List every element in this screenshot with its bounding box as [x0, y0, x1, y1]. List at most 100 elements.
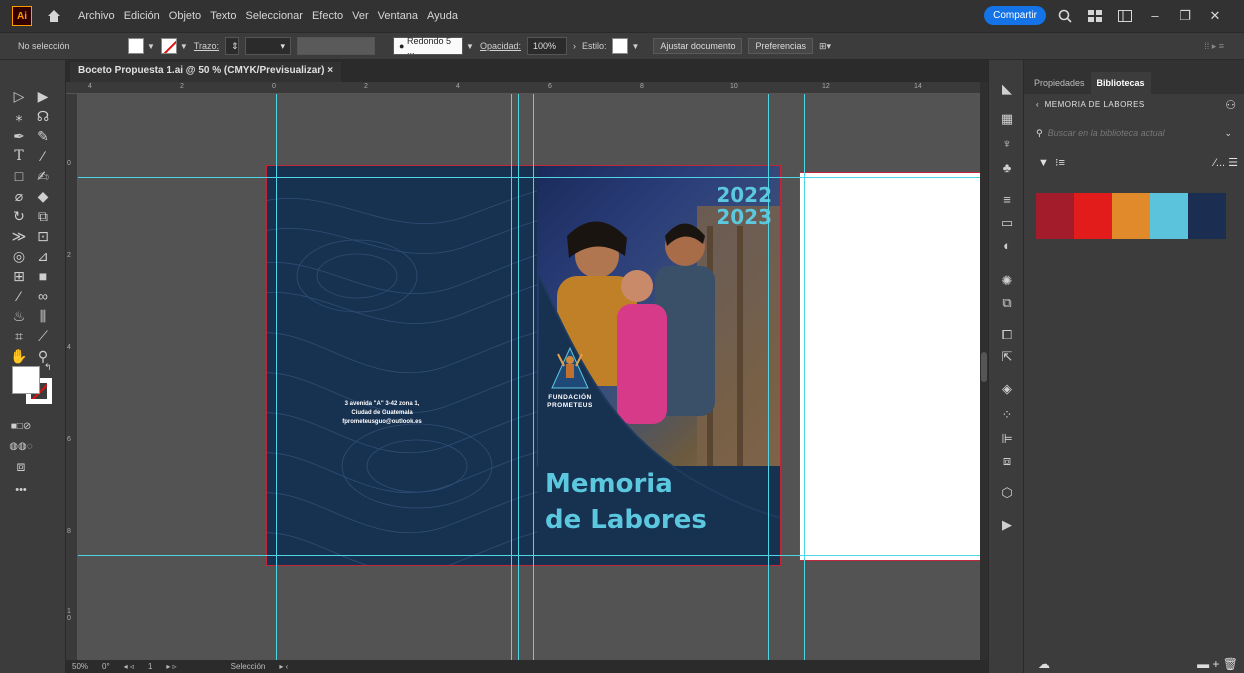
- library-search[interactable]: ⚲ Buscar en la biblioteca actual ⌄: [1036, 128, 1232, 139]
- appearance-icon[interactable]: ✺: [997, 272, 1017, 290]
- lasso-tool-icon[interactable]: ☊: [32, 106, 54, 126]
- chevron-down-icon[interactable]: ▼: [180, 42, 188, 51]
- artboard-cover[interactable]: 2022 2023 FUNDACIÓN PROMETEUS 3 avenida …: [266, 165, 781, 566]
- menu-objeto[interactable]: Objeto: [169, 10, 201, 22]
- transparency-icon[interactable]: ◐: [997, 236, 1017, 254]
- document-tab[interactable]: Boceto Propuesta 1.ai @ 50 % (CMYK/Previ…: [70, 62, 342, 82]
- zoom-level[interactable]: 50%: [72, 662, 88, 671]
- graph-tool-icon[interactable]: ⫼: [32, 306, 54, 326]
- stroke-panel-icon[interactable]: ≡: [997, 190, 1017, 208]
- artboard-number[interactable]: 1: [148, 662, 152, 671]
- align-icon[interactable]: ⊫: [997, 430, 1017, 448]
- shaper-tool-icon[interactable]: ⌀: [8, 186, 30, 206]
- sort-icon[interactable]: ⁝≡: [1055, 157, 1065, 169]
- scale-tool-icon[interactable]: ⧉: [32, 206, 54, 226]
- guide-vertical[interactable]: [768, 94, 769, 660]
- menu-efecto[interactable]: Efecto: [312, 10, 343, 22]
- fill-color-chip[interactable]: [128, 38, 144, 54]
- menu-edicion[interactable]: Edición: [124, 10, 160, 22]
- add-content-icon[interactable]: ▬ + 🗑: [1197, 657, 1238, 671]
- chevron-down-icon[interactable]: ▼: [631, 42, 639, 51]
- chevron-down-icon[interactable]: ⌄: [1224, 128, 1232, 139]
- status-menu-icon[interactable]: ▸ ‹: [279, 662, 288, 671]
- search-icon[interactable]: [1056, 7, 1074, 25]
- close-window-icon[interactable]: ✕: [1206, 7, 1224, 25]
- add-user-icon[interactable]: ⚇: [1225, 98, 1236, 112]
- guide-vertical[interactable]: [511, 94, 512, 660]
- paintbrush-tool-icon[interactable]: ✍: [32, 166, 54, 186]
- mesh-tool-icon[interactable]: ⊞: [8, 266, 30, 286]
- variable-width-field[interactable]: [297, 37, 376, 55]
- foundation-logo[interactable]: FUNDACIÓN PROMETEUS: [535, 344, 605, 410]
- artboard-tool-icon[interactable]: ⌗: [8, 326, 30, 346]
- swap-fill-stroke-icon[interactable]: ↰: [44, 362, 52, 373]
- chevron-down-icon[interactable]: ▼: [147, 42, 155, 51]
- guide-vertical[interactable]: [804, 94, 805, 660]
- layers-icon[interactable]: ⧠: [997, 326, 1017, 344]
- color-swatch[interactable]: [1036, 193, 1074, 239]
- view-toggle-icon[interactable]: ⁄... ☰: [1214, 156, 1238, 169]
- play-actions-icon[interactable]: ▶: [997, 516, 1017, 534]
- stroke-label[interactable]: Trazo:: [194, 41, 219, 51]
- year-text[interactable]: 2022 2023: [716, 184, 772, 228]
- layer-stack-icon[interactable]: ◈: [997, 380, 1017, 398]
- workspace-grid-icon[interactable]: [1086, 7, 1104, 25]
- slice-tool-icon[interactable]: ⟋: [32, 326, 54, 346]
- guide-vertical[interactable]: [518, 94, 519, 660]
- 3d-icon[interactable]: ⬡: [997, 484, 1017, 502]
- blend-tool-icon[interactable]: ∞: [32, 286, 54, 306]
- pathfinder-icon[interactable]: ⧈: [997, 452, 1017, 470]
- arrange-documents-icon[interactable]: [1116, 7, 1134, 25]
- pen-tool-icon[interactable]: ✒: [8, 126, 30, 146]
- stroke-weight-field[interactable]: ▾: [245, 37, 292, 55]
- cloud-icon[interactable]: ☁: [1038, 657, 1050, 671]
- fill-box[interactable]: [12, 366, 40, 394]
- color-modes-icon[interactable]: ■□⊘: [10, 416, 32, 436]
- color-swatch[interactable]: [1112, 193, 1150, 239]
- shape-builder-icon[interactable]: ◎: [8, 246, 30, 266]
- tab-properties[interactable]: Propiedades: [1028, 72, 1091, 94]
- stepper-arrows[interactable]: ⇕: [225, 37, 240, 55]
- chevron-right-icon[interactable]: ›: [573, 41, 576, 51]
- opacity-value[interactable]: 100%: [526, 37, 567, 55]
- close-tab-icon[interactable]: ×: [327, 65, 333, 76]
- fit-document-button[interactable]: Ajustar documento: [653, 38, 743, 54]
- share-button[interactable]: Compartir: [984, 6, 1046, 25]
- direct-selection-tool-icon[interactable]: ▶: [32, 86, 54, 106]
- artboard-next-icon[interactable]: ▸ ▹: [166, 662, 176, 671]
- artboard-navigator-icon[interactable]: ◂ ◃: [124, 662, 134, 671]
- opacity-field[interactable]: 100%: [526, 37, 567, 55]
- free-transform-icon[interactable]: ⊡: [32, 226, 54, 246]
- style-swatch[interactable]: ▼: [612, 38, 639, 54]
- symbol-sprayer-icon[interactable]: ♨: [8, 306, 30, 326]
- stroke-weight-dropdown[interactable]: ▾: [245, 37, 292, 55]
- menu-archivo[interactable]: Archivo: [78, 10, 115, 22]
- guide-vertical[interactable]: [533, 94, 534, 660]
- menu-ver[interactable]: Ver: [352, 10, 369, 22]
- screen-mode-icon[interactable]: ⧈: [10, 456, 32, 476]
- color-swatch[interactable]: [1150, 193, 1188, 239]
- menu-texto[interactable]: Texto: [210, 10, 236, 22]
- magic-wand-icon[interactable]: ⁎: [8, 106, 30, 126]
- properties-icon[interactable]: ◣: [997, 80, 1017, 98]
- puppet-icon[interactable]: ♆: [997, 134, 1017, 152]
- library-header[interactable]: ‹ MEMORIA DE LABORES: [1036, 100, 1145, 109]
- current-tool[interactable]: Selección: [231, 662, 266, 671]
- fill-swatch[interactable]: ▼: [128, 38, 155, 54]
- horizontal-ruler[interactable]: 4 2 0 2 4 6 8 10 12 14: [66, 82, 988, 94]
- perspective-grid-icon[interactable]: ⊿: [32, 246, 54, 266]
- stroke-swatch[interactable]: ▼: [160, 38, 188, 54]
- color-swatch[interactable]: [1188, 193, 1226, 239]
- minimize-icon[interactable]: –: [1146, 7, 1164, 25]
- vertical-scrollbar[interactable]: [980, 82, 988, 660]
- graphic-styles-icon[interactable]: ⧉: [997, 294, 1017, 312]
- gradient-tool-icon[interactable]: ■: [32, 266, 54, 286]
- brush-field[interactable]: ● Redondo 5 ... ▼: [393, 36, 474, 56]
- filter-icon[interactable]: ▼: [1038, 157, 1049, 169]
- eraser-tool-icon[interactable]: ◆: [32, 186, 54, 206]
- home-icon[interactable]: [44, 6, 64, 26]
- transform-icon[interactable]: ⁘: [997, 406, 1017, 424]
- rotation-angle[interactable]: 0°: [102, 662, 110, 671]
- libraries-icon[interactable]: ▦: [997, 110, 1017, 128]
- selection-tool-icon[interactable]: ▷: [8, 86, 30, 106]
